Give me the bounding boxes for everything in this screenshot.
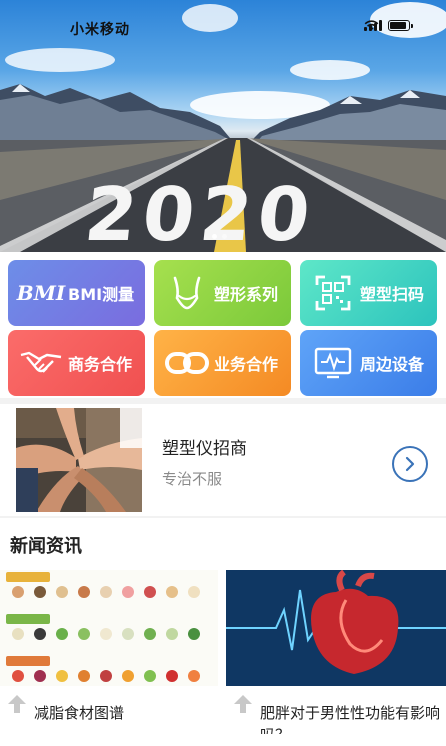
- status-icons: [364, 20, 413, 31]
- news-section-title: 新闻资讯: [10, 536, 82, 557]
- shape-scan-button[interactable]: 塑型扫码: [300, 260, 437, 326]
- banner-2020-text: 2020: [81, 172, 320, 252]
- bmi-icon: BMI: [16, 281, 66, 305]
- peripheral-devices-button[interactable]: 周边设备: [300, 330, 437, 396]
- shape-scan-label: 塑型扫码: [360, 285, 425, 304]
- news-section: 新闻资讯 减脂食材图谱 肥胖对于男性性功能有影响: [0, 518, 446, 746]
- chevron-right-icon: [405, 456, 415, 472]
- promo-card[interactable]: 塑型仪招商 专治不服: [0, 404, 446, 516]
- carousel-dot-2[interactable]: [222, 234, 227, 239]
- service-cooperation-button[interactable]: 业务合作: [154, 330, 291, 396]
- carrier-label: 小米移动: [70, 22, 130, 38]
- service-cooperation-label: 业务合作: [214, 355, 279, 374]
- team-hands-image: [16, 408, 142, 512]
- share-up-icon: [8, 695, 26, 713]
- body-shape-series-label: 塑形系列: [214, 285, 279, 304]
- bottom-tab-bar[interactable]: [0, 734, 446, 746]
- status-bar: 小米移动: [0, 0, 446, 56]
- body-shape-icon: [162, 273, 212, 313]
- business-cooperation-button[interactable]: 商务合作: [8, 330, 145, 396]
- device-monitor-icon: [308, 343, 358, 383]
- hero-banner[interactable]: 2020 小米移动: [0, 0, 446, 252]
- peripheral-devices-label: 周边设备: [360, 355, 425, 374]
- battery-icon: [388, 20, 413, 31]
- battery-level: [390, 22, 407, 29]
- promo-arrow-button[interactable]: [392, 446, 428, 482]
- link-icon: [162, 343, 212, 383]
- carousel-dots[interactable]: [212, 234, 227, 239]
- news-item[interactable]: 肥胖对于男性性功能有影响吗？: [226, 570, 446, 746]
- carousel-dot-1[interactable]: [212, 234, 217, 239]
- heart-ecg-image: [226, 570, 446, 686]
- bmi-measure-button[interactable]: BMI BMI测量: [8, 260, 145, 326]
- feature-grid: BMI BMI测量 塑形系列 塑型扫码 商务合作 业务合作 周边设备: [0, 252, 446, 398]
- handshake-icon: [16, 343, 66, 383]
- food-chart-image: [0, 570, 218, 686]
- qr-scan-icon: [308, 273, 358, 313]
- news-item-caption: 减脂食材图谱: [34, 704, 125, 722]
- wifi-icon: [364, 20, 379, 31]
- share-up-icon: [234, 695, 252, 713]
- bmi-measure-label: BMI测量: [68, 285, 135, 304]
- body-shape-series-button[interactable]: 塑形系列: [154, 260, 291, 326]
- promo-title: 塑型仪招商: [162, 439, 247, 459]
- business-cooperation-label: 商务合作: [68, 355, 133, 374]
- app-screen: 2020 小米移动 BMI BMI测量 塑形系列 塑型扫码 商务合作 业务合作 …: [0, 0, 446, 746]
- news-item[interactable]: 减脂食材图谱: [0, 570, 218, 746]
- promo-subtitle: 专治不服: [162, 470, 223, 488]
